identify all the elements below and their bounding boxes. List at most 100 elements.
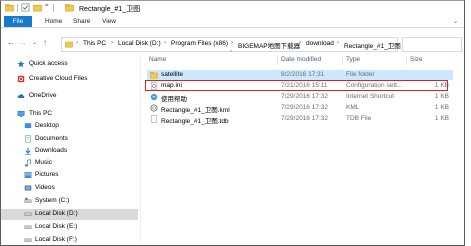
table-row[interactable]: Rectangle_#1_卫图.kml 7/29/2016 17:32 KML …	[147, 103, 453, 114]
separator	[17, 4, 18, 12]
sidebar-item-onedrive[interactable]: OneDrive	[1, 91, 138, 102]
file-type: File folder	[346, 71, 375, 78]
sidebar-item-label: Local Disk (D:)	[35, 210, 78, 217]
file-type: Internet Shortcut	[346, 93, 395, 100]
folder-icon	[65, 41, 73, 48]
breadcrumb-program-files[interactable]: Program Files (x86)	[171, 40, 228, 47]
tab-file[interactable]: File	[4, 16, 32, 27]
ribbon-expand-icon[interactable]: ⌄	[453, 18, 458, 25]
table-row[interactable]: 使用帮助 7/29/2016 17:32 Internet Shortcut 1…	[147, 92, 453, 103]
sidebar-item-local-disk-d[interactable]: Local Disk (D:)	[1, 209, 138, 220]
forward-arrow-icon[interactable]: →	[19, 38, 27, 47]
sidebar-item-pictures[interactable]: Pictures	[1, 170, 138, 181]
sidebar-item-label: System (C:)	[35, 197, 70, 204]
file-name: 使用帮助	[161, 96, 187, 103]
table-row[interactable]: Rectangle_#1_卫图.tdb 7/29/2016 17:32 TDB …	[147, 114, 453, 125]
kml-file-icon	[150, 104, 158, 112]
breadcrumb-separator: ›	[76, 40, 78, 46]
desktop-icon	[24, 123, 32, 128]
breadcrumb-local-disk-d[interactable]: Local Disk (D:)	[118, 40, 161, 47]
back-arrow-icon[interactable]: ←	[7, 38, 15, 47]
drive-icon	[24, 238, 32, 242]
tdb-file-icon	[150, 115, 158, 123]
column-divider[interactable]	[277, 56, 278, 65]
navigation-bar: ← → ⌄ ↑ › This PC › Local Disk (D:) › Pr…	[1, 32, 464, 54]
navigation-pane: Quick access Creative Cloud Files OneDri…	[1, 54, 138, 245]
column-divider[interactable]	[342, 56, 343, 65]
explorer-window: = Rectangle_#1_卫图 File Home Share View ⌄…	[0, 0, 465, 246]
breadcrumb-separator: ›	[111, 40, 113, 46]
sidebar-item-label: Local Disk (F:)	[35, 236, 77, 243]
column-header-name[interactable]: Name	[149, 56, 166, 63]
sidebar-item-local-disk-e[interactable]: Local Disk (E:)	[1, 222, 138, 233]
breadcrumb-separator: ›	[299, 40, 301, 46]
tab-view[interactable]: View	[102, 16, 116, 27]
address-dropdown-icon[interactable]: ⌄	[388, 41, 392, 47]
sidebar-item-quick-access[interactable]: Quick access	[1, 59, 138, 70]
column-header-size[interactable]: Size	[410, 56, 423, 63]
sidebar-item-label: Local Disk (E:)	[35, 223, 78, 230]
table-row[interactable]: satellite 8/2/2016 17:31 File folder	[147, 70, 453, 80]
window-title: Rectangle_#1_卫图	[79, 6, 141, 13]
file-size: 1 KB	[434, 93, 449, 100]
sort-up-icon: ^	[230, 50, 233, 56]
videos-icon	[24, 185, 32, 191]
file-name: Rectangle_#1_卫图.tdb	[161, 118, 229, 125]
separator	[53, 4, 54, 12]
breadcrumb-download[interactable]: download	[306, 40, 334, 47]
breadcrumb-current-folder[interactable]: Rectangle_#1_卫图	[344, 40, 401, 50]
title-bar: = Rectangle_#1_卫图	[1, 1, 464, 15]
highlight-box	[145, 80, 448, 91]
file-date: 7/29/2016 17:32	[281, 104, 328, 111]
sidebar-item-label: Creative Cloud Files	[29, 75, 88, 82]
sidebar-item-creative-cloud[interactable]: Creative Cloud Files	[1, 74, 138, 85]
file-date: 8/2/2016 17:31	[281, 71, 325, 78]
sidebar-item-videos[interactable]: Videos	[1, 183, 138, 194]
file-type: TDB File	[346, 115, 372, 122]
new-folder-icon[interactable]	[33, 3, 42, 12]
file-size: 1 KB	[434, 115, 449, 122]
downloads-icon	[25, 147, 31, 155]
tab-home[interactable]: Home	[45, 16, 62, 27]
customize-qat-icon[interactable]: =	[45, 3, 49, 9]
properties-icon[interactable]	[21, 3, 30, 12]
column-header-date[interactable]: Date modified	[281, 56, 321, 63]
column-divider[interactable]	[406, 56, 407, 65]
file-date: 7/29/2016 17:32	[281, 93, 328, 100]
sidebar-item-label: Music	[35, 159, 52, 166]
folder-app-icon	[5, 4, 14, 12]
computer-icon	[17, 110, 25, 117]
search-box[interactable]	[402, 37, 462, 52]
folder-icon	[150, 71, 158, 79]
breadcrumb-separator: ›	[337, 40, 339, 46]
file-name: satellite	[161, 71, 184, 78]
tab-share[interactable]: Share	[73, 16, 90, 27]
sidebar-item-label: Quick access	[29, 60, 68, 67]
breadcrumb-this-pc[interactable]: This PC	[83, 40, 106, 47]
ribbon: File Home Share View ⌄	[1, 16, 464, 28]
sidebar-item-music[interactable]: Music	[1, 158, 138, 169]
folder-icon	[65, 4, 74, 12]
internet-shortcut-icon	[150, 93, 158, 101]
column-header-type[interactable]: Type	[346, 56, 360, 63]
breadcrumb-bigemap[interactable]: BIGEMAP地图下载器	[238, 40, 300, 50]
sidebar-item-downloads[interactable]: Downloads	[1, 146, 138, 157]
sidebar-item-documents[interactable]: Documents	[1, 134, 138, 145]
sidebar-item-system-c[interactable]: System (C:)	[1, 196, 138, 207]
sidebar-item-local-disk-f[interactable]: Local Disk (F:)	[1, 235, 138, 245]
drive-icon	[24, 197, 32, 203]
music-icon	[24, 159, 31, 167]
sidebar-item-this-pc[interactable]: This PC	[1, 109, 138, 120]
sidebar-item-label: This PC	[29, 110, 53, 117]
drive-icon	[24, 212, 32, 216]
up-arrow-icon[interactable]: ↑	[43, 38, 47, 47]
creative-cloud-icon	[17, 75, 25, 83]
file-size: 1 KB	[434, 104, 449, 111]
sidebar-item-label: Desktop	[35, 122, 59, 129]
sidebar-item-desktop[interactable]: Desktop	[1, 121, 138, 132]
file-type: KML	[346, 104, 360, 111]
recent-locations-icon[interactable]: ⌄	[32, 39, 37, 46]
file-name: Rectangle_#1_卫图.kml	[161, 107, 230, 114]
sidebar-item-label: Videos	[35, 184, 55, 191]
sidebar-item-label: Downloads	[35, 147, 68, 154]
